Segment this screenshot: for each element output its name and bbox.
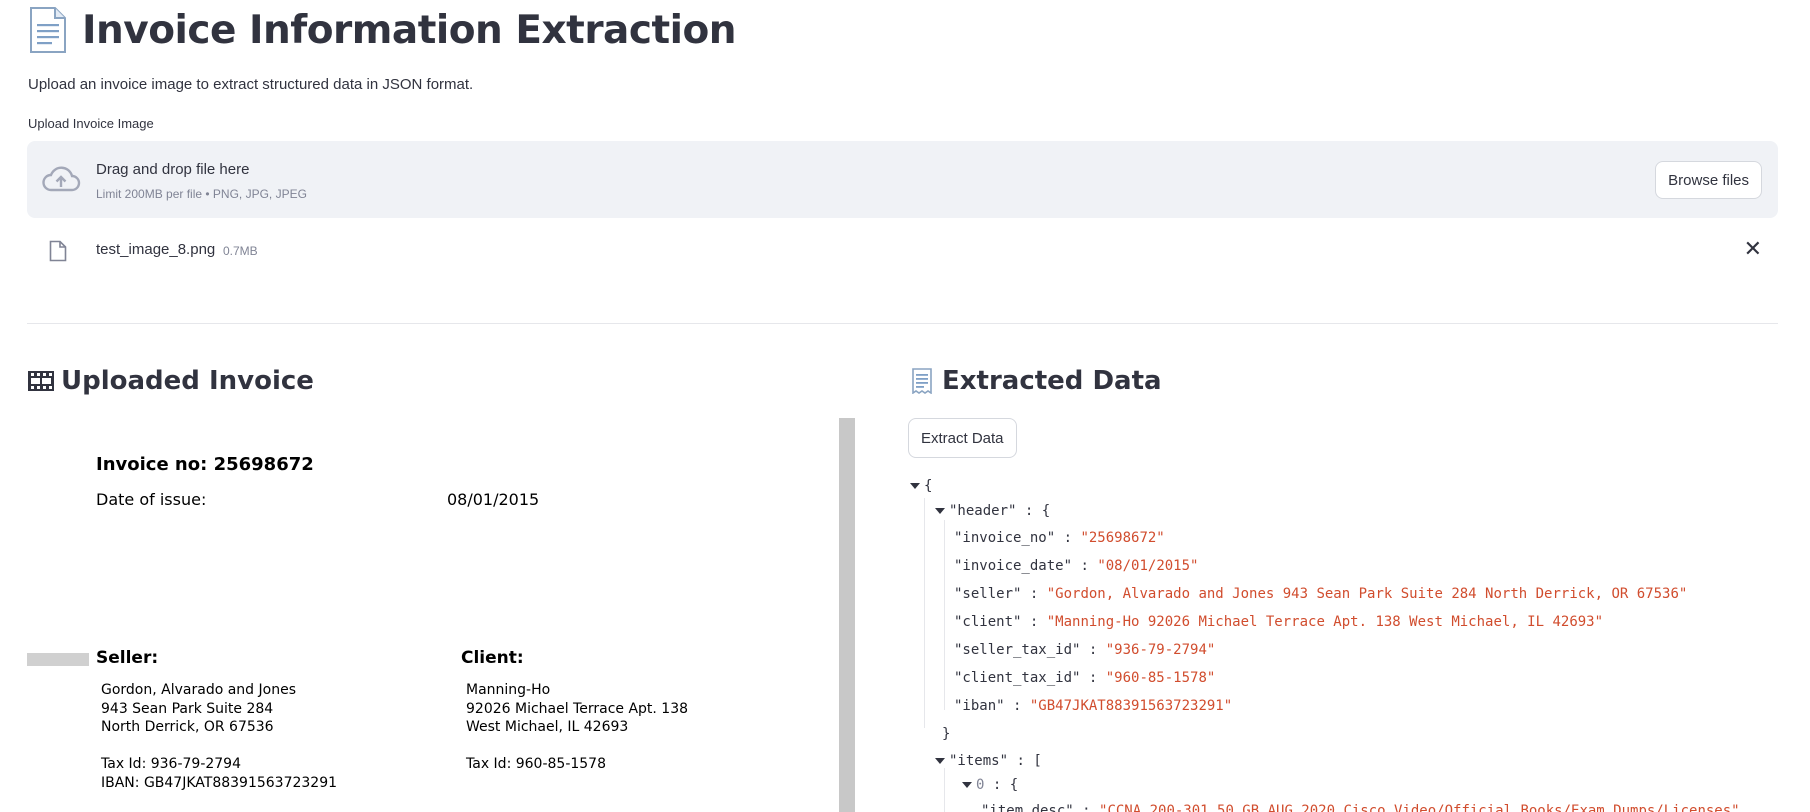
json-value: "08/01/2015" — [1097, 558, 1199, 574]
json-header-line: "header" : { — [935, 501, 1050, 521]
client-line: Tax Id: 960-85-1578 — [466, 756, 606, 772]
client-line — [466, 737, 688, 756]
json-key: "header" — [949, 503, 1017, 519]
extract-data-button[interactable]: Extract Data — [908, 418, 1017, 458]
json-key: "client" — [954, 614, 1022, 630]
collapse-toggle-icon[interactable] — [935, 508, 945, 514]
client-details: Manning-Ho 92026 Michael Terrace Apt. 13… — [466, 681, 688, 774]
invoice-date-label: Date of issue: — [96, 490, 207, 509]
collapse-toggle-icon[interactable] — [962, 782, 972, 788]
seller-heading: Seller: — [96, 648, 159, 668]
invoice-image: Invoice no: 25698672 Date of issue: 08/0… — [27, 418, 857, 812]
json-value: "25698672" — [1080, 530, 1165, 546]
json-brace: { — [1041, 503, 1051, 519]
seller-line: Gordon, Alvarado and Jones — [101, 682, 296, 698]
json-key: "seller" — [954, 586, 1022, 602]
receipt-icon — [912, 368, 932, 394]
collapse-toggle-icon[interactable] — [935, 758, 945, 764]
json-value: "GB47JKAT88391563723291" — [1029, 698, 1233, 714]
extracted-data-header: Extracted Data — [908, 366, 1162, 396]
dropzone-title: Drag and drop file here — [96, 161, 250, 178]
browse-files-button[interactable]: Browse files — [1655, 161, 1762, 199]
json-indent-guide — [944, 520, 945, 710]
section-divider — [27, 323, 1778, 324]
invoice-date-value: 08/01/2015 — [447, 490, 540, 509]
seller-line: IBAN: GB47JKAT88391563723291 — [101, 774, 338, 791]
dropzone-limits: Limit 200MB per file • PNG, JPG, JPEG — [96, 187, 307, 201]
json-root-line: { — [910, 476, 932, 496]
client-heading: Client: — [461, 648, 524, 668]
file-icon — [49, 240, 67, 262]
json-brace: { — [924, 478, 933, 494]
client-line: West Michael, IL 42693 — [466, 719, 629, 735]
file-dropzone[interactable]: Drag and drop file here Limit 200MB per … — [27, 141, 1778, 218]
json-key: "item_desc" — [981, 803, 1074, 812]
cloud-upload-icon — [42, 166, 81, 192]
page-subtitle: Upload an invoice image to extract struc… — [28, 76, 474, 93]
collapse-toggle-icon[interactable] — [910, 483, 920, 489]
seller-line — [101, 737, 337, 756]
json-key: "invoice_no" — [954, 530, 1056, 546]
json-value: "Gordon, Alvarado and Jones 943 Sean Par… — [1046, 586, 1688, 602]
json-key: "iban" — [954, 698, 1005, 714]
seller-details: Gordon, Alvarado and Jones 943 Sean Park… — [101, 681, 337, 792]
json-item-line: 0 : { — [962, 775, 1018, 795]
json-key: "items" — [949, 753, 1009, 769]
json-field-line: "iban" : "GB47JKAT88391563723291" — [954, 698, 1233, 714]
json-field-line: "seller_tax_id" : "936-79-2794" — [954, 642, 1216, 658]
json-indent-guide — [944, 768, 945, 812]
json-bracket: [ — [1033, 753, 1042, 769]
document-icon — [30, 7, 66, 53]
client-line: 92026 Michael Terrace Apt. 138 — [466, 700, 689, 717]
json-field-line: "client_tax_id" : "960-85-1578" — [954, 670, 1216, 686]
image-scrollbar[interactable] — [839, 418, 855, 812]
remove-file-button[interactable]: ✕ — [1744, 238, 1762, 260]
seller-line: Tax Id: 936-79-2794 — [101, 756, 241, 772]
seller-line: 943 Sean Park Suite 284 — [101, 700, 274, 717]
json-indent-guide — [924, 498, 925, 728]
page-title: Invoice Information Extraction — [28, 2, 737, 58]
json-value: "960-85-1578" — [1105, 670, 1216, 686]
client-line: Manning-Ho — [466, 682, 551, 698]
json-viewer: { "header" : { "invoice_no" : "25698672"… — [908, 468, 1778, 812]
json-field-line: "invoice_date" : "08/01/2015" — [954, 558, 1199, 574]
seller-line: North Derrick, OR 67536 — [101, 719, 274, 735]
json-brace: { — [1009, 777, 1019, 793]
uploaded-invoice-header: Uploaded Invoice — [27, 366, 314, 396]
invoice-number-line: Invoice no: 25698672 — [96, 454, 314, 475]
upload-label: Upload Invoice Image — [28, 116, 154, 131]
json-field-line: "item_desc" : "CCNA 200-301 50 GB AUG 20… — [981, 801, 1740, 812]
json-field-line: "invoice_no" : "25698672" — [954, 530, 1165, 546]
uploaded-file-name: test_image_8.png — [96, 241, 216, 258]
film-frames-icon — [28, 371, 54, 391]
json-field-line: "client" : "Manning-Ho 92026 Michael Ter… — [954, 614, 1604, 630]
json-field-line: "seller" : "Gordon, Alvarado and Jones 9… — [954, 586, 1688, 602]
json-items-line: "items" : [ — [935, 751, 1042, 771]
json-close-line: } — [942, 724, 950, 744]
json-value: "936-79-2794" — [1105, 642, 1216, 658]
uploaded-file-row: test_image_8.png 0.7MB ✕ — [27, 230, 1778, 270]
uploaded-file-size: 0.7MB — [223, 244, 258, 258]
json-key: "client_tax_id" — [954, 670, 1081, 686]
json-brace: } — [942, 726, 951, 742]
invoice-gray-bar — [27, 653, 89, 666]
json-key: "seller_tax_id" — [954, 642, 1081, 658]
json-key: "invoice_date" — [954, 558, 1073, 574]
json-value: "Manning-Ho 92026 Michael Terrace Apt. 1… — [1046, 614, 1604, 630]
json-value: "CCNA 200-301 50 GB AUG 2020 Cisco Video… — [1099, 803, 1740, 812]
uploaded-invoice-title: Uploaded Invoice — [61, 366, 314, 396]
extracted-data-title: Extracted Data — [942, 366, 1162, 396]
page-title-text: Invoice Information Extraction — [82, 7, 737, 53]
